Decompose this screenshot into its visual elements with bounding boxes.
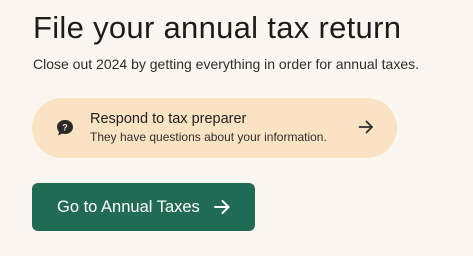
button-label: Go to Annual Taxes	[57, 198, 200, 216]
callout-title: Respond to tax preparer	[90, 111, 247, 127]
callout-description: They have questions about your informati…	[90, 130, 327, 144]
respond-to-tax-preparer-card[interactable]: ? Respond to tax preparer They have ques…	[32, 98, 397, 158]
page-subtitle: Close out 2024 by getting everything in …	[33, 56, 420, 72]
page-title: File your annual tax return	[33, 10, 402, 45]
arrow-right-icon	[213, 198, 231, 216]
arrow-right-icon	[357, 118, 375, 136]
speech-bubble-question-icon: ?	[55, 118, 75, 138]
svg-text:?: ?	[62, 123, 68, 133]
go-to-annual-taxes-button[interactable]: Go to Annual Taxes	[32, 183, 255, 231]
